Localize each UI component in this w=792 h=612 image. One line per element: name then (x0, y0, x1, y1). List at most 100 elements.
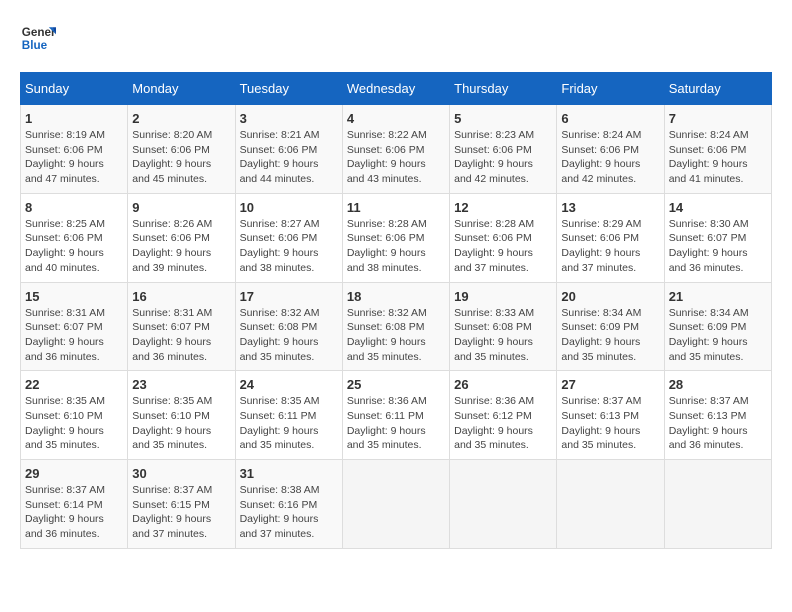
day-number: 25 (347, 377, 445, 392)
calendar-cell (557, 460, 664, 549)
day-info: Sunrise: 8:33 AM Sunset: 6:08 PM Dayligh… (454, 306, 552, 365)
day-info: Sunrise: 8:25 AM Sunset: 6:06 PM Dayligh… (25, 217, 123, 276)
day-info: Sunrise: 8:19 AM Sunset: 6:06 PM Dayligh… (25, 128, 123, 187)
sunrise-label: Sunrise: 8:34 AM (561, 307, 641, 319)
calendar-cell: 21 Sunrise: 8:34 AM Sunset: 6:09 PM Dayl… (664, 282, 771, 371)
daylight-label: Daylight: 9 hours and 35 minutes. (669, 336, 748, 363)
day-info: Sunrise: 8:28 AM Sunset: 6:06 PM Dayligh… (454, 217, 552, 276)
calendar-cell: 14 Sunrise: 8:30 AM Sunset: 6:07 PM Dayl… (664, 193, 771, 282)
calendar-cell: 2 Sunrise: 8:20 AM Sunset: 6:06 PM Dayli… (128, 105, 235, 194)
sunrise-label: Sunrise: 8:28 AM (454, 218, 534, 230)
sunset-label: Sunset: 6:06 PM (347, 144, 425, 156)
daylight-label: Daylight: 9 hours and 35 minutes. (240, 425, 319, 452)
daylight-label: Daylight: 9 hours and 37 minutes. (240, 513, 319, 540)
daylight-label: Daylight: 9 hours and 35 minutes. (25, 425, 104, 452)
weekday-tuesday: Tuesday (235, 73, 342, 105)
sunrise-label: Sunrise: 8:35 AM (132, 395, 212, 407)
sunset-label: Sunset: 6:08 PM (454, 321, 532, 333)
day-info: Sunrise: 8:21 AM Sunset: 6:06 PM Dayligh… (240, 128, 338, 187)
calendar-cell: 18 Sunrise: 8:32 AM Sunset: 6:08 PM Dayl… (342, 282, 449, 371)
day-info: Sunrise: 8:32 AM Sunset: 6:08 PM Dayligh… (240, 306, 338, 365)
sunset-label: Sunset: 6:16 PM (240, 499, 318, 511)
sunrise-label: Sunrise: 8:36 AM (454, 395, 534, 407)
calendar-cell: 30 Sunrise: 8:37 AM Sunset: 6:15 PM Dayl… (128, 460, 235, 549)
day-number: 24 (240, 377, 338, 392)
sunset-label: Sunset: 6:06 PM (240, 144, 318, 156)
sunrise-label: Sunrise: 8:32 AM (347, 307, 427, 319)
svg-text:Blue: Blue (22, 39, 48, 52)
sunset-label: Sunset: 6:11 PM (347, 410, 424, 422)
sunset-label: Sunset: 6:06 PM (347, 232, 425, 244)
sunrise-label: Sunrise: 8:31 AM (25, 307, 105, 319)
sunset-label: Sunset: 6:06 PM (25, 144, 103, 156)
day-info: Sunrise: 8:35 AM Sunset: 6:10 PM Dayligh… (132, 394, 230, 453)
sunset-label: Sunset: 6:07 PM (132, 321, 210, 333)
sunset-label: Sunset: 6:15 PM (132, 499, 210, 511)
calendar-cell: 22 Sunrise: 8:35 AM Sunset: 6:10 PM Dayl… (21, 371, 128, 460)
day-number: 15 (25, 289, 123, 304)
day-number: 27 (561, 377, 659, 392)
day-info: Sunrise: 8:22 AM Sunset: 6:06 PM Dayligh… (347, 128, 445, 187)
calendar-cell: 26 Sunrise: 8:36 AM Sunset: 6:12 PM Dayl… (450, 371, 557, 460)
day-info: Sunrise: 8:27 AM Sunset: 6:06 PM Dayligh… (240, 217, 338, 276)
sunrise-label: Sunrise: 8:38 AM (240, 484, 320, 496)
week-row-5: 29 Sunrise: 8:37 AM Sunset: 6:14 PM Dayl… (21, 460, 772, 549)
day-info: Sunrise: 8:26 AM Sunset: 6:06 PM Dayligh… (132, 217, 230, 276)
logo: General Blue (20, 20, 56, 56)
calendar-cell: 6 Sunrise: 8:24 AM Sunset: 6:06 PM Dayli… (557, 105, 664, 194)
day-number: 6 (561, 111, 659, 126)
day-number: 18 (347, 289, 445, 304)
weekday-thursday: Thursday (450, 73, 557, 105)
day-number: 4 (347, 111, 445, 126)
day-number: 31 (240, 466, 338, 481)
day-info: Sunrise: 8:34 AM Sunset: 6:09 PM Dayligh… (669, 306, 767, 365)
daylight-label: Daylight: 9 hours and 35 minutes. (454, 425, 533, 452)
sunrise-label: Sunrise: 8:22 AM (347, 129, 427, 141)
calendar-cell: 10 Sunrise: 8:27 AM Sunset: 6:06 PM Dayl… (235, 193, 342, 282)
sunrise-label: Sunrise: 8:20 AM (132, 129, 212, 141)
sunset-label: Sunset: 6:11 PM (240, 410, 317, 422)
day-info: Sunrise: 8:31 AM Sunset: 6:07 PM Dayligh… (25, 306, 123, 365)
week-row-3: 15 Sunrise: 8:31 AM Sunset: 6:07 PM Dayl… (21, 282, 772, 371)
day-number: 20 (561, 289, 659, 304)
day-number: 29 (25, 466, 123, 481)
calendar-cell: 28 Sunrise: 8:37 AM Sunset: 6:13 PM Dayl… (664, 371, 771, 460)
day-number: 8 (25, 200, 123, 215)
day-number: 22 (25, 377, 123, 392)
calendar-cell: 5 Sunrise: 8:23 AM Sunset: 6:06 PM Dayli… (450, 105, 557, 194)
day-info: Sunrise: 8:24 AM Sunset: 6:06 PM Dayligh… (561, 128, 659, 187)
daylight-label: Daylight: 9 hours and 36 minutes. (669, 425, 748, 452)
calendar-cell: 29 Sunrise: 8:37 AM Sunset: 6:14 PM Dayl… (21, 460, 128, 549)
day-info: Sunrise: 8:35 AM Sunset: 6:11 PM Dayligh… (240, 394, 338, 453)
day-number: 12 (454, 200, 552, 215)
daylight-label: Daylight: 9 hours and 44 minutes. (240, 158, 319, 185)
sunrise-label: Sunrise: 8:34 AM (669, 307, 749, 319)
sunrise-label: Sunrise: 8:27 AM (240, 218, 320, 230)
sunrise-label: Sunrise: 8:28 AM (347, 218, 427, 230)
daylight-label: Daylight: 9 hours and 35 minutes. (347, 336, 426, 363)
day-number: 3 (240, 111, 338, 126)
sunrise-label: Sunrise: 8:32 AM (240, 307, 320, 319)
sunset-label: Sunset: 6:06 PM (561, 232, 639, 244)
weekday-wednesday: Wednesday (342, 73, 449, 105)
daylight-label: Daylight: 9 hours and 36 minutes. (25, 336, 104, 363)
day-info: Sunrise: 8:37 AM Sunset: 6:14 PM Dayligh… (25, 483, 123, 542)
day-info: Sunrise: 8:36 AM Sunset: 6:11 PM Dayligh… (347, 394, 445, 453)
sunrise-label: Sunrise: 8:19 AM (25, 129, 105, 141)
day-info: Sunrise: 8:35 AM Sunset: 6:10 PM Dayligh… (25, 394, 123, 453)
sunrise-label: Sunrise: 8:25 AM (25, 218, 105, 230)
sunrise-label: Sunrise: 8:24 AM (561, 129, 641, 141)
sunset-label: Sunset: 6:07 PM (25, 321, 103, 333)
calendar-cell: 17 Sunrise: 8:32 AM Sunset: 6:08 PM Dayl… (235, 282, 342, 371)
calendar-cell: 16 Sunrise: 8:31 AM Sunset: 6:07 PM Dayl… (128, 282, 235, 371)
daylight-label: Daylight: 9 hours and 35 minutes. (240, 336, 319, 363)
sunrise-label: Sunrise: 8:37 AM (561, 395, 641, 407)
header: General Blue (20, 20, 772, 56)
calendar-cell: 11 Sunrise: 8:28 AM Sunset: 6:06 PM Dayl… (342, 193, 449, 282)
calendar-cell: 8 Sunrise: 8:25 AM Sunset: 6:06 PM Dayli… (21, 193, 128, 282)
sunset-label: Sunset: 6:06 PM (561, 144, 639, 156)
day-info: Sunrise: 8:37 AM Sunset: 6:15 PM Dayligh… (132, 483, 230, 542)
daylight-label: Daylight: 9 hours and 47 minutes. (25, 158, 104, 185)
day-number: 13 (561, 200, 659, 215)
day-number: 30 (132, 466, 230, 481)
